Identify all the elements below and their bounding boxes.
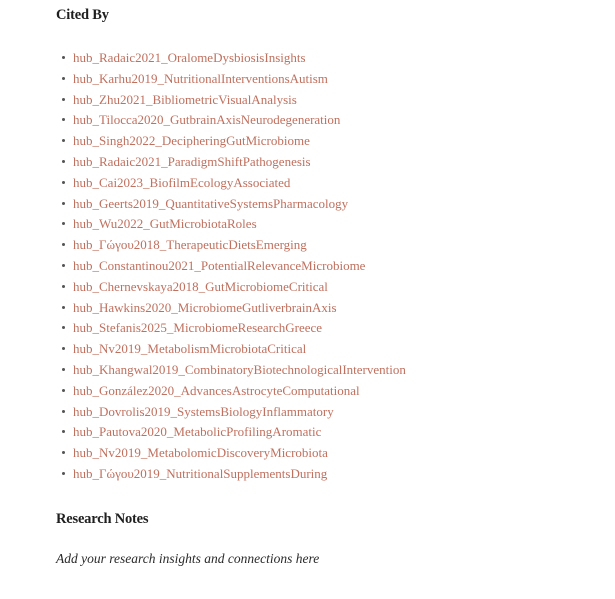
citation-link[interactable]: hub_Wu2022_GutMicrobiotaRoles [73,216,257,231]
citation-link[interactable]: hub_Singh2022_DecipheringGutMicrobiome [73,133,310,148]
bullet-icon [62,471,65,475]
bullet-icon [62,222,65,226]
citation-link[interactable]: hub_Zhu2021_BibliometricVisualAnalysis [73,92,297,107]
list-item: hub_Radaic2021_OralomeDysbiosisInsights [56,47,406,68]
citation-link[interactable]: hub_Chernevskaya2018_GutMicrobiomeCritic… [73,279,328,294]
bullet-icon [62,118,65,122]
list-item: hub_Radaic2021_ParadigmShiftPathogenesis [56,151,406,172]
list-item: hub_Nv2019_MetabolismMicrobiotaCritical [56,338,406,359]
citation-link[interactable]: hub_Radaic2021_OralomeDysbiosisInsights [73,50,306,65]
bullet-icon [62,367,65,371]
bullet-icon [62,139,65,143]
cited-by-list: hub_Radaic2021_OralomeDysbiosisInsightsh… [56,47,406,484]
list-item: hub_Pautova2020_MetabolicProfilingAromat… [56,421,406,442]
list-item: hub_Geerts2019_QuantitativeSystemsPharma… [56,193,406,214]
list-item: hub_Cai2023_BiofilmEcologyAssociated [56,172,406,193]
citation-link[interactable]: hub_Γώγου2019_NutritionalSupplementsDuri… [73,466,327,481]
citation-link[interactable]: hub_Pautova2020_MetabolicProfilingAromat… [73,424,321,439]
citation-link[interactable]: hub_Constantinou2021_PotentialRelevanceM… [73,258,365,273]
list-item: hub_Wu2022_GutMicrobiotaRoles [56,213,406,234]
list-item: hub_Dovrolis2019_SystemsBiologyInflammat… [56,401,406,422]
bullet-icon [62,159,65,163]
bullet-icon [62,201,65,205]
citation-link[interactable]: hub_Dovrolis2019_SystemsBiologyInflammat… [73,404,334,419]
bullet-icon [62,97,65,101]
bullet-icon [62,243,65,247]
bullet-icon [62,305,65,309]
list-item: hub_Singh2022_DecipheringGutMicrobiome [56,130,406,151]
citation-link[interactable]: hub_Karhu2019_NutritionalInterventionsAu… [73,71,328,86]
list-item: hub_González2020_AdvancesAstrocyteComput… [56,380,406,401]
bullet-icon [62,409,65,413]
list-item: hub_Chernevskaya2018_GutMicrobiomeCritic… [56,276,406,297]
citation-link[interactable]: hub_Stefanis2025_MicrobiomeResearchGreec… [73,320,322,335]
list-item: hub_Nv2019_MetabolomicDiscoveryMicrobiot… [56,442,406,463]
citation-link[interactable]: hub_Nv2019_MetabolismMicrobiotaCritical [73,341,306,356]
list-item: hub_Khangwal2019_CombinatoryBiotechnolog… [56,359,406,380]
bullet-icon [62,56,65,59]
list-item: hub_Constantinou2021_PotentialRelevanceM… [56,255,406,276]
bullet-icon [62,284,65,288]
citation-link[interactable]: hub_González2020_AdvancesAstrocyteComput… [73,383,360,398]
list-item: hub_Zhu2021_BibliometricVisualAnalysis [56,89,406,110]
cited-by-heading: Cited By [56,7,109,23]
list-item: hub_Karhu2019_NutritionalInterventionsAu… [56,68,406,89]
list-item: hub_Γώγου2019_NutritionalSupplementsDuri… [56,463,406,484]
research-notes-text[interactable]: Add your research insights and connectio… [56,550,319,568]
bullet-icon [62,347,65,351]
citation-link[interactable]: hub_Cai2023_BiofilmEcologyAssociated [73,175,290,190]
list-item: hub_Tilocca2020_GutbrainAxisNeurodegener… [56,109,406,130]
bullet-icon [62,451,65,455]
bullet-icon [62,180,65,184]
bullet-icon [62,76,65,80]
research-notes-heading: Research Notes [56,511,149,527]
citation-link[interactable]: hub_Radaic2021_ParadigmShiftPathogenesis [73,154,311,169]
list-item: hub_Γώγου2018_TherapeuticDietsEmerging [56,234,406,255]
citation-link[interactable]: hub_Khangwal2019_CombinatoryBiotechnolog… [73,362,406,377]
citation-link[interactable]: hub_Nv2019_MetabolomicDiscoveryMicrobiot… [73,445,328,460]
citation-link[interactable]: hub_Γώγου2018_TherapeuticDietsEmerging [73,237,307,252]
list-item: hub_Hawkins2020_MicrobiomeGutliverbrainA… [56,297,406,318]
list-item: hub_Stefanis2025_MicrobiomeResearchGreec… [56,317,406,338]
bullet-icon [62,430,65,434]
bullet-icon [62,388,65,392]
bullet-icon [62,326,65,330]
citation-link[interactable]: hub_Hawkins2020_MicrobiomeGutliverbrainA… [73,300,337,315]
citation-link[interactable]: hub_Geerts2019_QuantitativeSystemsPharma… [73,196,348,211]
bullet-icon [62,263,65,267]
citation-link[interactable]: hub_Tilocca2020_GutbrainAxisNeurodegener… [73,112,340,127]
